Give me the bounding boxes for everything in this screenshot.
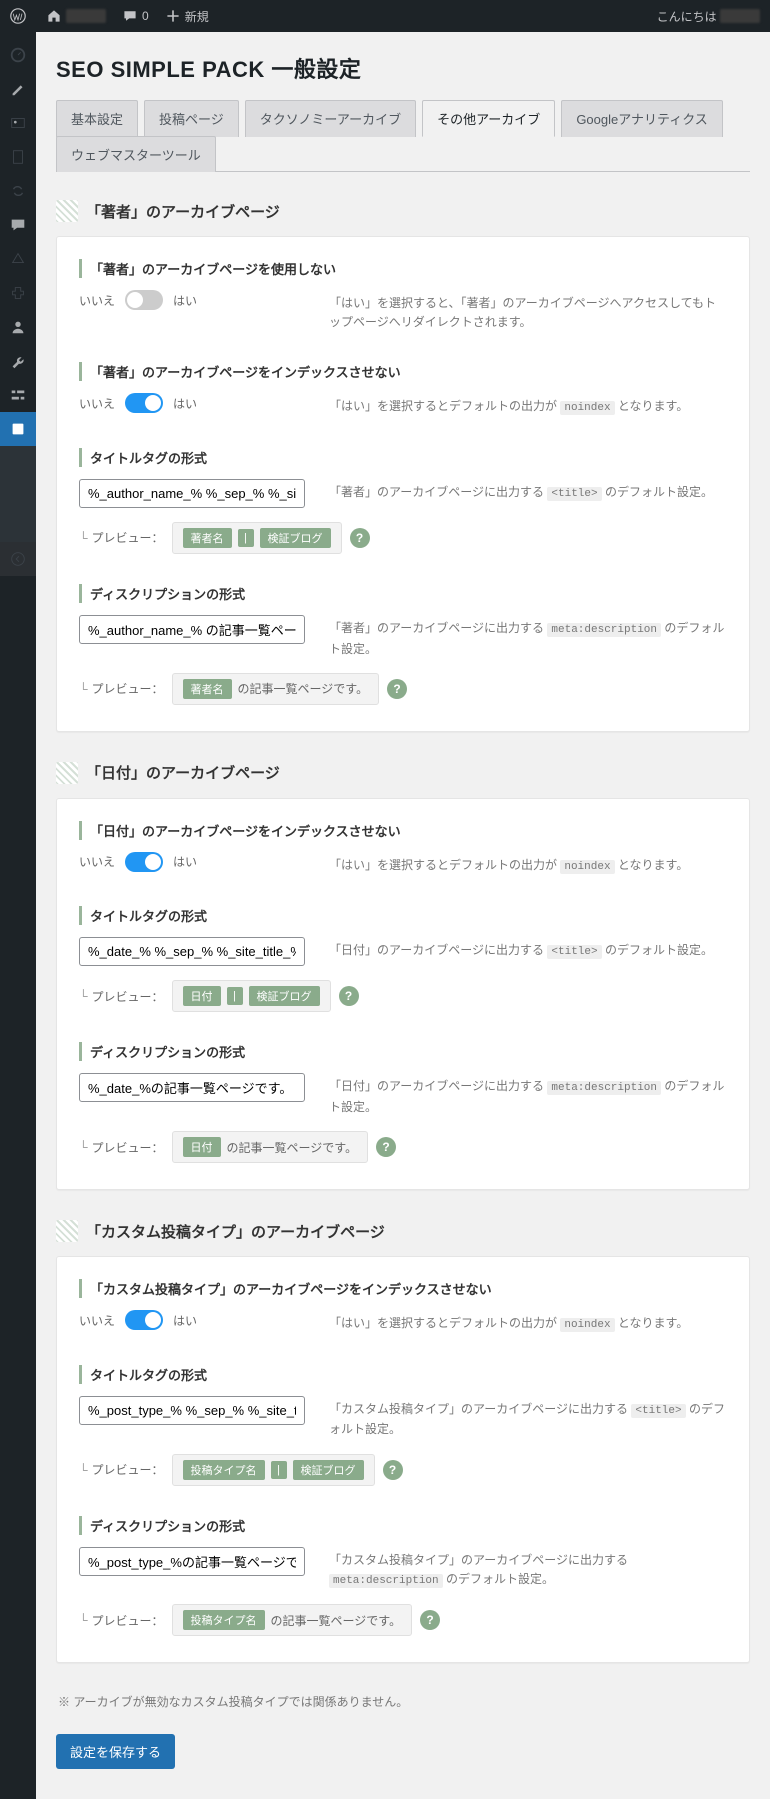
new-button[interactable]: 新規 (165, 8, 209, 25)
author-titletag-desc: 「著者」のアーカイブページに出力する <title> のデフォルト設定。 (329, 479, 727, 504)
author-titletag-preview: 著者名 | 検証ブログ (172, 522, 342, 554)
new-label: 新規 (185, 8, 209, 25)
author-noindex-title: 「著者」のアーカイブページをインデックスさせない (79, 362, 727, 381)
cpt-noindex-toggle[interactable] (125, 1310, 163, 1330)
cpt-desc-input[interactable] (79, 1547, 305, 1576)
date-titletag-preview: 日付 | 検証ブログ (172, 980, 331, 1012)
menu-users[interactable] (0, 310, 36, 344)
hatch-icon (56, 762, 78, 784)
home-icon[interactable] (46, 8, 106, 24)
menu-seo-active[interactable] (0, 412, 36, 446)
tab-webmaster[interactable]: ウェブマスターツール (56, 136, 216, 172)
date-noindex-toggle[interactable] (125, 852, 163, 872)
author-desc-preview: 著者名 の記事一覧ページです。 (172, 673, 380, 705)
help-icon[interactable]: ? (350, 528, 370, 548)
author-disable-desc: 「はい」を選択すると、「著者」のアーカイブページへアクセスしてもトップページへリ… (329, 290, 727, 332)
tab-basic[interactable]: 基本設定 (56, 100, 138, 137)
author-disable-title: 「著者」のアーカイブページを使用しない (79, 259, 727, 278)
cpt-titletag-title: タイトルタグの形式 (79, 1365, 727, 1384)
greeting: こんにちは (657, 8, 717, 25)
section-date-heading: 「日付」のアーカイブページ (56, 762, 750, 784)
toggle-yes-label: はい (173, 292, 197, 309)
tab-analytics[interactable]: Googleアナリティクス (561, 100, 723, 137)
hatch-icon (56, 200, 78, 222)
cpt-titletag-input[interactable] (79, 1396, 305, 1425)
menu-media[interactable] (0, 106, 36, 140)
menu-collapse[interactable] (0, 542, 36, 576)
page-title: SEO SIMPLE PACK 一般設定 (56, 52, 750, 84)
tab-post[interactable]: 投稿ページ (144, 100, 239, 137)
admin-sidebar (0, 32, 36, 1799)
cpt-desc-preview: 投稿タイプ名 の記事一覧ページです。 (172, 1604, 413, 1636)
date-titletag-title: タイトルタグの形式 (79, 906, 727, 925)
help-icon[interactable]: ? (376, 1137, 396, 1157)
tab-taxonomy[interactable]: タクソノミーアーカイブ (245, 100, 416, 137)
save-button[interactable]: 設定を保存する (56, 1734, 175, 1769)
menu-loop[interactable] (0, 174, 36, 208)
preview-label: プレビュー： (79, 529, 164, 546)
menu-appearance[interactable] (0, 242, 36, 276)
section-author-heading: 「著者」のアーカイブページ (56, 200, 750, 222)
help-icon[interactable]: ? (420, 1610, 440, 1630)
author-noindex-desc: 「はい」を選択するとデフォルトの出力が noindex となります。 (329, 393, 727, 418)
menu-dashboard[interactable] (0, 38, 36, 72)
date-titletag-input[interactable] (79, 937, 305, 966)
date-desc-input[interactable] (79, 1073, 305, 1102)
nav-tabs: 基本設定 投稿ページ タクソノミーアーカイブ その他アーカイブ Googleアナ… (56, 100, 750, 172)
date-noindex-title: 「日付」のアーカイブページをインデックスさせない (79, 821, 727, 840)
help-icon[interactable]: ? (339, 986, 359, 1006)
cpt-desc-title: ディスクリプションの形式 (79, 1516, 727, 1535)
menu-posts[interactable] (0, 72, 36, 106)
cpt-noindex-title: 「カスタム投稿タイプ」のアーカイブページをインデックスさせない (79, 1279, 727, 1298)
menu-settings[interactable] (0, 378, 36, 412)
tab-other-archive[interactable]: その他アーカイブ (422, 100, 555, 137)
toggle-no-label: いいえ (79, 292, 115, 309)
menu-plugins[interactable] (0, 276, 36, 310)
date-desc-preview: 日付 の記事一覧ページです。 (172, 1131, 369, 1163)
menu-tools[interactable] (0, 344, 36, 378)
comments-count: 0 (142, 9, 149, 23)
author-titletag-title: タイトルタグの形式 (79, 448, 727, 467)
cpt-titletag-preview: 投稿タイプ名 | 検証ブログ (172, 1454, 375, 1486)
author-titletag-input[interactable] (79, 479, 305, 508)
author-disable-toggle[interactable] (125, 290, 163, 310)
help-icon[interactable]: ? (387, 679, 407, 699)
date-desc-title: ディスクリプションの形式 (79, 1042, 727, 1061)
footnote: ※ アーカイブが無効なカスタム投稿タイプでは関係ありません。 (58, 1693, 750, 1710)
author-desc-desc: 「著者」のアーカイブページに出力する meta:description のデフォ… (329, 615, 727, 659)
menu-pages[interactable] (0, 140, 36, 174)
comments-icon[interactable]: 0 (122, 8, 149, 24)
author-noindex-toggle[interactable] (125, 393, 163, 413)
author-desc-title: ディスクリプションの形式 (79, 584, 727, 603)
help-icon[interactable]: ? (383, 1460, 403, 1480)
menu-comments[interactable] (0, 208, 36, 242)
wp-logo[interactable] (10, 8, 30, 24)
hatch-icon (56, 1220, 78, 1242)
section-cpt-heading: 「カスタム投稿タイプ」のアーカイブページ (56, 1220, 750, 1242)
author-desc-input[interactable] (79, 615, 305, 644)
admin-bar: 0 新規 こんにちは (0, 0, 770, 32)
